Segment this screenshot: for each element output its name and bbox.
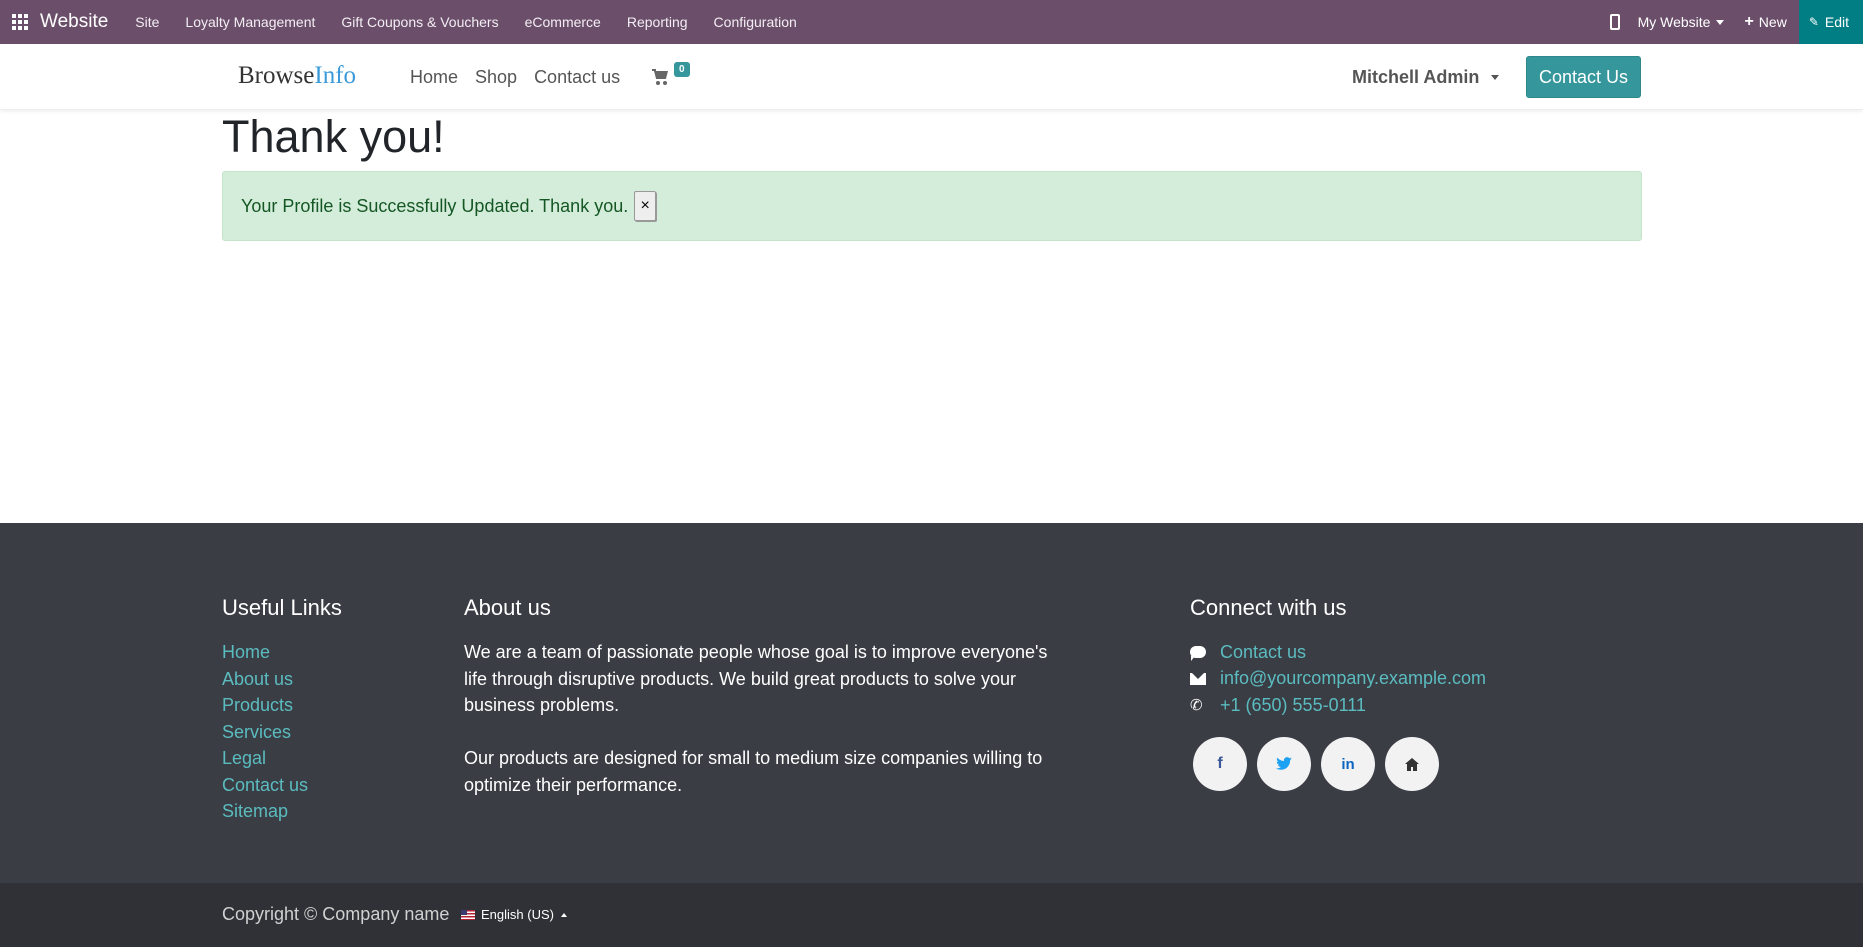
phone-icon: ✆ [1190,697,1203,715]
contact-row-email: info@yourcompany.example.com [1190,666,1486,693]
connect-title: Connect with us [1190,595,1347,620]
footer-link-home[interactable]: Home [222,639,308,666]
chevron-down-icon [1491,74,1500,80]
alert-message: Your Profile is Successfully Updated. Th… [241,195,629,216]
home-icon[interactable] [1385,737,1439,791]
logo-browse: Browse [238,62,315,89]
about-paragraph-1: We are a team of passionate people whose… [464,642,1048,715]
footer-email-link[interactable]: info@yourcompany.example.com [1220,668,1486,689]
admin-menu: Site Loyalty Management Gift Coupons & V… [122,0,810,44]
copyright-bar: Copyright © Company name English (US) [0,883,1863,947]
contact-list: Contact us info@yourcompany.example.com … [1190,639,1486,719]
useful-links-title: Useful Links [222,595,342,620]
footer-phone-link[interactable]: +1 (650) 555-0111 [1220,695,1366,716]
website-switcher-label: My Website [1637,14,1711,30]
website-switcher[interactable]: My Website [1638,14,1725,30]
admin-menu-reporting[interactable]: Reporting [614,0,701,44]
chat-icon [1190,646,1206,662]
language-selector[interactable]: English (US) [461,907,567,922]
envelope-icon [1190,672,1206,685]
apps-grid-icon[interactable] [0,0,40,44]
site-header: BrowseInfo Home Shop Contact us 0 Mitche… [0,44,1863,110]
footer-contact-link[interactable]: Contact us [1220,642,1306,663]
mobile-preview-icon[interactable] [1609,14,1620,30]
footer-link-contact-us[interactable]: Contact us [222,772,308,799]
footer-link-sitemap[interactable]: Sitemap [222,798,308,825]
contact-us-button[interactable]: Contact Us [1526,56,1641,98]
new-button[interactable]: + New [1744,13,1786,31]
nav-contact-us[interactable]: Contact us [534,67,620,88]
footer: Useful Links Home About us Products Serv… [0,523,1863,883]
footer-link-legal[interactable]: Legal [222,745,308,772]
new-button-label: New [1758,14,1787,30]
footer-link-about-us[interactable]: About us [222,666,308,693]
page-title: Thank you! [222,111,445,162]
admin-menu-ecommerce[interactable]: eCommerce [512,0,614,44]
plus-icon: + [1744,13,1754,30]
admin-right-controls: My Website + New ✎ Edit [1609,0,1863,44]
about-paragraph-2: Our products are designed for small to m… [464,748,1043,795]
footer-link-products[interactable]: Products [222,692,308,719]
admin-menu-loyalty-management[interactable]: Loyalty Management [172,0,328,44]
admin-menu-site[interactable]: Site [122,0,172,44]
shopping-cart-icon [652,68,670,86]
admin-menu-gift-coupons[interactable]: Gift Coupons & Vouchers [328,0,511,44]
language-label: English (US) [481,907,554,922]
us-flag-icon [461,909,475,920]
caret-up-icon [560,912,567,917]
nav-home[interactable]: Home [410,67,458,88]
copyright-text: Copyright © Company name [222,904,450,924]
footer-link-services[interactable]: Services [222,719,308,746]
user-name: Mitchell Admin [1352,66,1480,87]
facebook-icon[interactable]: f [1193,737,1247,791]
admin-menu-configuration[interactable]: Configuration [701,0,810,44]
close-alert-button[interactable]: × [634,191,657,221]
cart-link[interactable]: 0 [652,62,690,86]
edit-button-label: Edit [1824,14,1849,30]
admin-top-bar: Website Site Loyalty Management Gift Cou… [0,0,1863,44]
site-logo[interactable]: BrowseInfo [238,62,356,90]
pencil-icon: ✎ [1808,15,1819,29]
contact-row-chat: Contact us [1190,639,1486,666]
about-us-title: About us [464,595,551,620]
edit-button[interactable]: ✎ Edit [1798,0,1863,44]
twitter-icon[interactable] [1257,737,1311,791]
user-menu[interactable]: Mitchell Admin [1352,44,1500,110]
about-us-text: We are a team of passionate people whose… [464,639,1054,825]
main-nav: Home Shop Contact us [410,44,637,110]
nav-shop[interactable]: Shop [475,67,517,88]
logo-info: Info [314,62,357,89]
cart-count-badge: 0 [674,62,690,77]
linkedin-icon[interactable]: in [1321,737,1375,791]
chevron-down-icon [1716,19,1725,25]
app-name[interactable]: Website [40,11,108,33]
useful-links-list: Home About us Products Services Legal Co… [222,639,308,825]
contact-row-phone: ✆ +1 (650) 555-0111 [1190,692,1486,719]
social-links: f in [1193,737,1449,791]
success-alert: Your Profile is Successfully Updated. Th… [222,171,1642,241]
